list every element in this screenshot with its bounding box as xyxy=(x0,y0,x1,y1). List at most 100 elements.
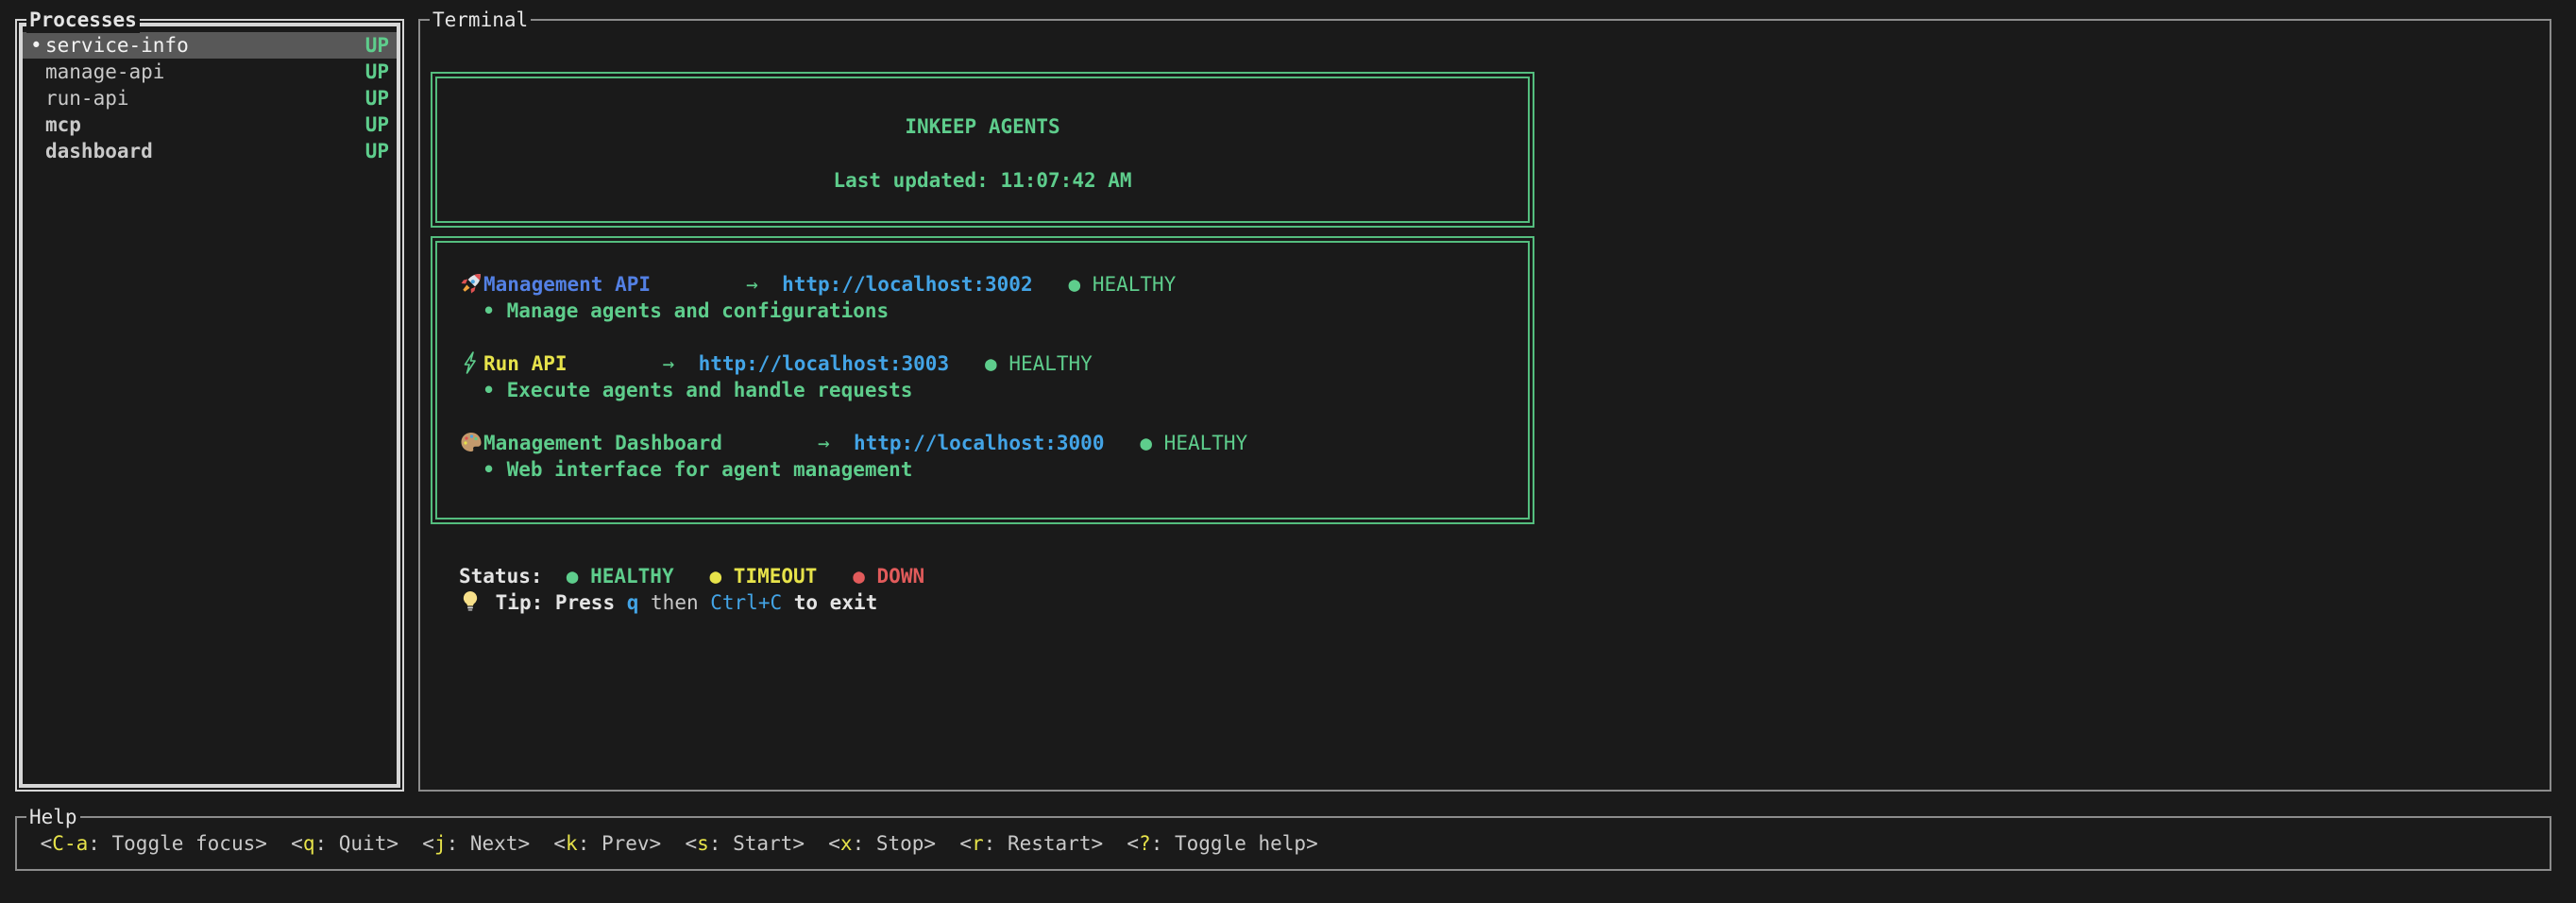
service-url[interactable]: http://localhost:3002 xyxy=(782,273,1033,296)
tip-segment: q xyxy=(627,591,639,614)
service-url[interactable]: http://localhost:3000 xyxy=(854,432,1105,454)
selected-marker: • xyxy=(30,32,45,59)
tip-segment: Ctrl+C xyxy=(710,591,782,614)
lightning-icon xyxy=(459,350,483,375)
arrow-icon: → xyxy=(568,352,699,375)
arrow-icon: → xyxy=(722,432,854,454)
service-entry: Management Dashboard → http://localhost:… xyxy=(459,430,1528,483)
help-key-item: <k: Prev> xyxy=(553,832,685,855)
help-key: x xyxy=(840,832,853,855)
help-open-bracket: < xyxy=(686,832,698,855)
service-main-line: Management Dashboard → http://localhost:… xyxy=(459,430,1528,456)
services-box: Management API → http://localhost:3002 ●… xyxy=(431,236,1534,524)
process-name: manage-api xyxy=(45,59,164,85)
service-main-line: Management API → http://localhost:3002 ●… xyxy=(459,271,1528,298)
process-row[interactable]: manage-api UP xyxy=(23,59,397,85)
process-row[interactable]: mcp UP xyxy=(23,111,397,138)
help-key-item: <x: Stop> xyxy=(828,832,959,855)
service-status: ● HEALTHY xyxy=(1104,432,1247,454)
process-row[interactable]: •service-info UP xyxy=(23,32,397,59)
terminal-panel-title: Terminal xyxy=(430,7,531,33)
banner-title: INKEEP AGENTS xyxy=(437,113,1528,140)
tip-segment: Tip: Press xyxy=(496,591,627,614)
process-row[interactable]: run-api UP xyxy=(23,85,397,111)
help-label: : Start> xyxy=(709,832,828,855)
process-status-badge: UP xyxy=(365,59,389,85)
spacer xyxy=(483,591,496,614)
help-key: s xyxy=(697,832,709,855)
help-label: : Next> xyxy=(447,832,554,855)
help-panel-title: Help xyxy=(26,804,80,830)
help-label: : Prev> xyxy=(578,832,686,855)
help-label: : Stop> xyxy=(853,832,960,855)
process-name: run-api xyxy=(45,85,129,111)
terminal-content: INKEEP AGENTS Last updated: 11:07:42 AM … xyxy=(420,21,2550,616)
status-legend-item: ● TIMEOUT xyxy=(674,565,818,588)
help-open-bracket: < xyxy=(291,832,303,855)
process-name: dashboard xyxy=(45,138,153,164)
help-open-bracket: < xyxy=(959,832,972,855)
process-name: service-info xyxy=(45,32,189,59)
help-open-bracket: < xyxy=(28,832,52,855)
service-name: Management API xyxy=(483,273,651,296)
help-key-item: <s: Start> xyxy=(686,832,829,855)
selected-marker xyxy=(30,138,45,164)
processes-panel-title: Processes xyxy=(26,7,140,33)
help-label: : Restart> xyxy=(984,832,1127,855)
help-key: ? xyxy=(1139,832,1151,855)
arrow-icon: → xyxy=(651,273,782,296)
status-legend-item: ● DOWN xyxy=(817,565,924,588)
help-keybindings: <C-a: Toggle focus> <q: Quit> <j: Next> … xyxy=(17,818,2550,857)
help-key: q xyxy=(303,832,315,855)
selected-marker xyxy=(30,85,45,111)
help-key: r xyxy=(972,832,984,855)
status-block: Status: ● HEALTHY ● TIMEOUT ● DOWN Tip: … xyxy=(459,563,2550,616)
process-row[interactable]: dashboard UP xyxy=(23,138,397,164)
process-status-badge: UP xyxy=(365,111,389,138)
help-key: j xyxy=(434,832,447,855)
service-description: • Manage agents and configurations xyxy=(459,298,1528,324)
help-open-bracket: < xyxy=(553,832,566,855)
terminal-panel: Terminal INKEEP AGENTS Last updated: 11:… xyxy=(418,19,2551,792)
banner-box: INKEEP AGENTS Last updated: 11:07:42 AM xyxy=(431,72,1534,228)
status-legend-label: Status: xyxy=(459,565,543,588)
service-description: • Web interface for agent management xyxy=(459,456,1528,483)
help-key-item: <C-a: Toggle focus> xyxy=(28,832,291,855)
service-description: • Execute agents and handle requests xyxy=(459,377,1528,403)
palette-icon xyxy=(459,430,483,454)
banner-last-updated: Last updated: 11:07:42 AM xyxy=(437,167,1528,194)
processes-panel: Processes •service-infoUP manage-apiUP r… xyxy=(15,19,404,792)
service-name: Management Dashboard xyxy=(483,432,722,454)
help-key-item: <q: Quit> xyxy=(291,832,422,855)
process-status-badge: UP xyxy=(365,138,389,164)
service-main-line: Run API → http://localhost:3003 ● HEALTH… xyxy=(459,350,1528,377)
help-key-item: <?: Toggle help> xyxy=(1127,832,1317,855)
help-key-item: <r: Restart> xyxy=(959,832,1127,855)
tip-line: Tip: Press q then Ctrl+C to exit xyxy=(459,589,2550,616)
service-status: ● HEALTHY xyxy=(1033,273,1177,296)
help-label: : Toggle focus> xyxy=(88,832,291,855)
service-status: ● HEALTHY xyxy=(949,352,1093,375)
process-list: •service-info UP manage-api UP run-api UP m… xyxy=(17,21,402,164)
lightbulb-icon xyxy=(459,589,483,614)
help-label: : Toggle help> xyxy=(1151,832,1318,855)
help-key: C-a xyxy=(52,832,88,855)
help-label: : Quit> xyxy=(314,832,422,855)
tip-segment: to exit xyxy=(782,591,877,614)
process-status-badge: UP xyxy=(365,85,389,111)
service-entry: Run API → http://localhost:3003 ● HEALTH… xyxy=(459,350,1528,403)
process-name: mcp xyxy=(45,111,81,138)
status-legend-item: ● HEALTHY xyxy=(543,565,674,588)
status-legend: Status: ● HEALTHY ● TIMEOUT ● DOWN xyxy=(459,563,2550,589)
help-open-bracket: < xyxy=(828,832,840,855)
help-key-item: <j: Next> xyxy=(422,832,553,855)
selected-marker xyxy=(30,59,45,85)
selected-marker xyxy=(30,111,45,138)
help-open-bracket: < xyxy=(422,832,434,855)
help-panel: Help <C-a: Toggle focus> <q: Quit> <j: N… xyxy=(15,816,2551,871)
service-name: Run API xyxy=(483,352,568,375)
service-entry: Management API → http://localhost:3002 ●… xyxy=(459,271,1528,324)
process-status-badge: UP xyxy=(365,32,389,59)
service-url[interactable]: http://localhost:3003 xyxy=(699,352,950,375)
rocket-icon xyxy=(459,271,483,296)
